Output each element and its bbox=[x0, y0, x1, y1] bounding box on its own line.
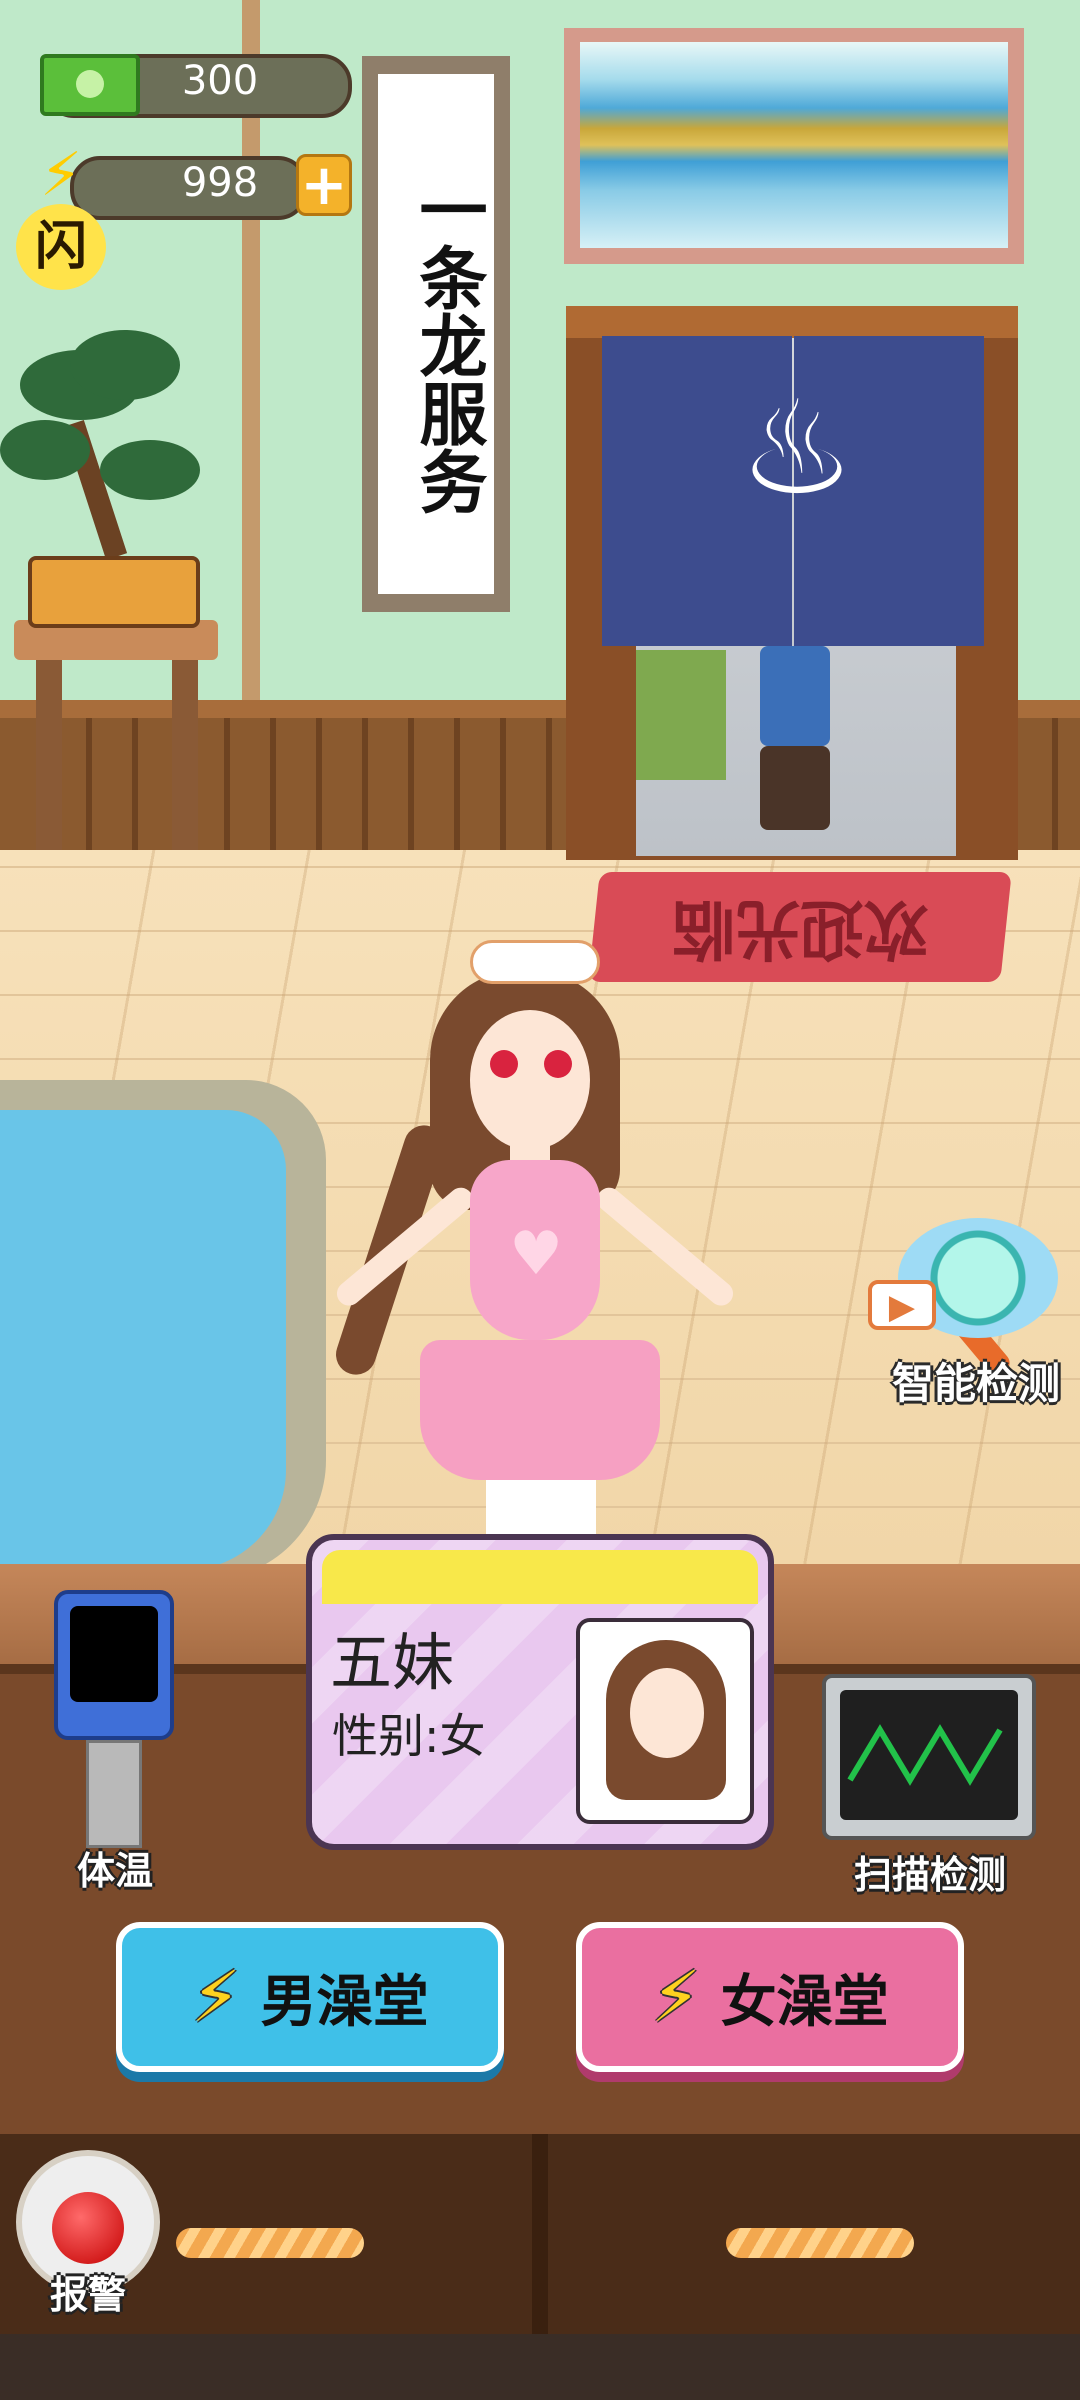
video-camera-icon[interactable]: ▶ bbox=[868, 1280, 936, 1330]
energy-value: 998 bbox=[181, 160, 259, 206]
money-value: 300 bbox=[181, 58, 259, 104]
cash-icon bbox=[40, 54, 140, 116]
smart-detect-label[interactable]: 智能检测 bbox=[880, 1350, 1072, 1411]
drawer-handle-right[interactable] bbox=[726, 2228, 914, 2258]
character-skirt bbox=[420, 1340, 660, 1480]
flash-badge-button[interactable]: 闪 bbox=[16, 204, 106, 290]
welcome-mat-text: 欢迎光临 bbox=[672, 891, 928, 965]
bonsai-pot bbox=[28, 556, 200, 628]
lightning-icon: ⚡ bbox=[191, 1956, 241, 2038]
hot-spring-icon: ♨ bbox=[738, 372, 856, 524]
painting-canvas bbox=[580, 42, 1008, 248]
drawer-handle-left[interactable] bbox=[176, 2228, 364, 2258]
female-bath-label: 女澡堂 bbox=[720, 1969, 889, 2035]
outside-grass bbox=[636, 650, 726, 780]
heart-icon: ♥ bbox=[509, 1219, 563, 1289]
photo-face bbox=[630, 1668, 704, 1758]
bottom-floor bbox=[0, 2334, 1080, 2400]
alarm-label[interactable]: 报警 bbox=[30, 2264, 146, 2319]
hot-spring-pool bbox=[0, 1110, 286, 1570]
visitor-gender: 性别:女 bbox=[332, 1709, 486, 1763]
female-bath-button[interactable]: ⚡ 女澡堂 bbox=[576, 1922, 964, 2072]
add-energy-button[interactable]: + bbox=[296, 154, 352, 216]
bonsai-foliage bbox=[100, 440, 200, 500]
thermometer-label[interactable]: 体温 bbox=[60, 1840, 170, 1895]
door-lintel bbox=[566, 306, 1018, 338]
drawer-divider bbox=[532, 2134, 548, 2334]
visitor-boots bbox=[760, 746, 830, 830]
scan-screen bbox=[840, 1690, 1018, 1820]
thermometer-handle bbox=[86, 1740, 142, 1848]
stand-leg bbox=[36, 660, 62, 850]
alarm-light-icon[interactable] bbox=[52, 2192, 124, 2264]
stand-leg bbox=[172, 660, 198, 850]
thermometer-screen bbox=[70, 1606, 158, 1702]
bonsai-foliage bbox=[70, 330, 180, 400]
male-bath-button[interactable]: ⚡ 男澡堂 bbox=[116, 1922, 504, 2072]
bonsai-foliage bbox=[0, 420, 90, 480]
character-eye bbox=[544, 1050, 572, 1078]
lightning-icon: ⚡ bbox=[40, 140, 83, 210]
hair-bow bbox=[470, 940, 600, 984]
scroll-calligraphy-text: 一条龙服务 bbox=[407, 175, 487, 515]
scan-label[interactable]: 扫描检测 bbox=[820, 1844, 1040, 1899]
lightning-icon: ⚡ bbox=[651, 1956, 701, 2038]
card-header-stripe bbox=[322, 1550, 758, 1604]
male-bath-label: 男澡堂 bbox=[260, 1969, 429, 2035]
character-face[interactable] bbox=[470, 1010, 590, 1150]
waveform-icon bbox=[847, 1724, 1003, 1786]
character-eye bbox=[490, 1050, 518, 1078]
visitor-name: 五妹 bbox=[330, 1626, 455, 1699]
visitor-legs bbox=[760, 646, 830, 746]
